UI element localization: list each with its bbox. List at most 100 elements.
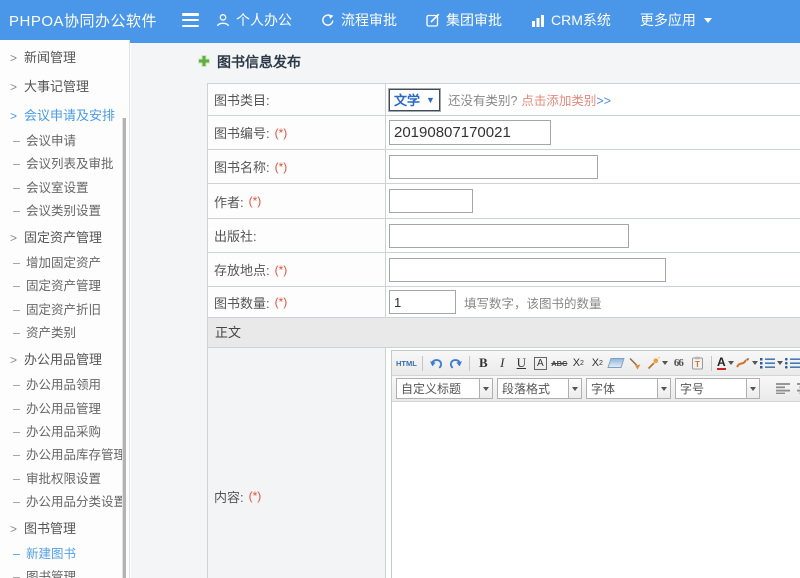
font-border-icon[interactable]: A <box>534 357 547 370</box>
sidebar-item-add-fixed-asset[interactable]: –增加固定资产 <box>0 252 129 275</box>
sidebar-item-supplies-requisition[interactable]: –办公用品领用 <box>0 374 129 397</box>
publisher-input[interactable] <box>389 224 629 248</box>
sidebar-item-news-mgmt[interactable]: >新闻管理 <box>0 43 129 72</box>
menu-toggle-icon[interactable] <box>182 13 199 27</box>
sidebar-item-new-book[interactable]: –新建图书 <box>0 543 129 566</box>
align-left-icon[interactable] <box>774 380 791 398</box>
form-row-location: 存放地点:(*) <box>208 253 800 287</box>
book-form: 图书类目: 文学 ▼ 还没有类别? 点击添加类别>> 图书编号:(*) 图书名称… <box>207 83 800 578</box>
form-row-book-name: 图书名称:(*) <box>208 150 800 184</box>
dash-icon: – <box>13 326 20 340</box>
required-marker: (*) <box>249 194 262 208</box>
editor-toolbar-row2: 自定义标题 段落格式 字体 字号 <box>392 376 800 402</box>
html-source-button[interactable]: HTML <box>396 354 417 372</box>
font-family-dropdown[interactable]: 字体 <box>586 378 671 399</box>
sidebar-item-meeting-apply[interactable]: –会议申请 <box>0 130 129 153</box>
book-name-label: 图书名称: <box>214 157 270 176</box>
highlight-color-icon[interactable] <box>736 354 758 372</box>
format-brush-icon[interactable] <box>627 354 644 372</box>
chevron-right-icon: > <box>10 522 17 536</box>
sidebar-item-fixed-assets-mgmt[interactable]: >固定资产管理 <box>0 223 129 252</box>
dash-icon: – <box>13 472 20 486</box>
align-center-icon[interactable] <box>795 380 800 398</box>
nav-process-approval[interactable]: 流程审批 <box>321 10 397 30</box>
category-select[interactable]: 文学 ▼ <box>389 89 440 111</box>
caret-down-icon <box>728 361 734 365</box>
remove-format-icon[interactable] <box>608 354 625 372</box>
location-input[interactable] <box>389 258 666 282</box>
body-section-header: 正文 <box>208 318 800 348</box>
sidebar-item-meeting-list-approval[interactable]: –会议列表及审批 <box>0 153 129 176</box>
dash-icon: – <box>13 279 20 293</box>
sidebar-item-supplies-mgmt[interactable]: –办公用品管理 <box>0 398 129 421</box>
dash-icon: – <box>13 378 20 392</box>
ordered-list-icon[interactable] <box>760 354 783 372</box>
sidebar-item-meeting-mgmt[interactable]: >会议申请及安排 <box>0 101 129 130</box>
author-input[interactable] <box>389 189 473 213</box>
add-category-link[interactable]: 点击添加类别>> <box>521 90 611 109</box>
sidebar-item-book-mgmt-sub[interactable]: –图书管理 <box>0 566 129 578</box>
sidebar-item-meeting-category-settings[interactable]: –会议类别设置 <box>0 200 129 223</box>
sidebar-item-supplies-purchase[interactable]: –办公用品采购 <box>0 421 129 444</box>
sidebar-item-meeting-room-settings[interactable]: –会议室设置 <box>0 177 129 200</box>
custom-title-dropdown[interactable]: 自定义标题 <box>396 378 493 399</box>
caret-down-icon <box>483 387 489 391</box>
form-row-content: 内容:(*) HTML B I U A ABC X2 <box>208 348 800 578</box>
nav-personal-office[interactable]: 个人办公 <box>216 10 292 30</box>
form-row-book-no: 图书编号:(*) <box>208 116 800 150</box>
italic-icon[interactable]: I <box>494 354 511 372</box>
underline-icon[interactable]: U <box>513 354 530 372</box>
author-label: 作者: <box>214 192 244 211</box>
nav-label: 集团审批 <box>446 10 502 30</box>
edit-square-icon <box>426 13 440 27</box>
app-logo: PHPOA协同办公软件 <box>0 10 157 31</box>
font-color-icon[interactable]: A <box>717 354 734 372</box>
sidebar-item-supplies-category-settings[interactable]: –办公用品分类设置 <box>0 491 129 514</box>
undo-icon[interactable] <box>428 354 445 372</box>
bold-icon[interactable]: B <box>475 354 492 372</box>
caret-down-icon <box>752 361 758 365</box>
redo-icon[interactable] <box>447 354 464 372</box>
sidebar-item-memorabilia-mgmt[interactable]: >大事记管理 <box>0 72 129 101</box>
nav-more-apps[interactable]: 更多应用 <box>640 10 712 30</box>
user-icon <box>216 13 230 27</box>
nav-label: CRM系统 <box>551 10 611 30</box>
strikethrough-icon[interactable]: ABC <box>551 354 568 372</box>
top-nav: 个人办公 流程审批 集团审批 CRM系统 更多应用 <box>216 0 712 40</box>
book-no-input[interactable] <box>389 120 551 145</box>
sidebar-item-asset-category[interactable]: –资产类别 <box>0 322 129 345</box>
form-row-category: 图书类目: 文学 ▼ 还没有类别? 点击添加类别>> <box>208 84 800 116</box>
sidebar-item-approval-permission-settings[interactable]: –审批权限设置 <box>0 468 129 491</box>
auto-typeset-icon[interactable] <box>646 354 668 372</box>
nav-crm-system[interactable]: CRM系统 <box>531 10 611 30</box>
nav-label: 更多应用 <box>640 10 696 30</box>
rich-text-editor: HTML B I U A ABC X2 X2 <box>391 350 800 578</box>
editor-content-area[interactable] <box>392 402 800 578</box>
sidebar-item-office-supplies-mgmt[interactable]: >办公用品管理 <box>0 345 129 374</box>
page-title-bar: 图书信息发布 <box>197 52 301 72</box>
main-content: 图书信息发布 图书类目: 文学 ▼ 还没有类别? 点击添加类别>> 图书编号:(… <box>131 43 800 578</box>
category-label: 图书类目: <box>214 90 270 109</box>
caret-down-icon <box>662 361 668 365</box>
sidebar-item-fixed-asset-mgmt[interactable]: –固定资产管理 <box>0 275 129 298</box>
unordered-list-icon[interactable] <box>785 354 800 372</box>
sidebar-item-fixed-asset-depreciation[interactable]: –固定资产折旧 <box>0 299 129 322</box>
sidebar-item-book-mgmt[interactable]: >图书管理 <box>0 514 129 543</box>
paste-text-icon[interactable]: T <box>689 354 706 372</box>
blockquote-icon[interactable]: 66 <box>670 354 687 372</box>
chevron-right-icon: > <box>10 109 17 123</box>
font-size-dropdown[interactable]: 字号 <box>675 378 760 399</box>
paragraph-format-dropdown[interactable]: 段落格式 <box>497 378 582 399</box>
chevron-right-icon: > <box>10 231 17 245</box>
sidebar-scrollbar[interactable] <box>122 118 126 578</box>
dash-icon: – <box>13 303 20 317</box>
caret-down-icon <box>572 387 578 391</box>
sidebar-item-supplies-inventory[interactable]: –办公用品库存管理 <box>0 444 129 467</box>
nav-group-approval[interactable]: 集团审批 <box>426 10 502 30</box>
quantity-input[interactable] <box>389 290 456 314</box>
sidebar-menu: >新闻管理 >大事记管理 >会议申请及安排 –会议申请 –会议列表及审批 –会议… <box>0 40 130 578</box>
book-name-input[interactable] <box>389 155 598 179</box>
superscript-icon[interactable]: X2 <box>570 354 587 372</box>
subscript-icon[interactable]: X2 <box>589 354 606 372</box>
required-marker: (*) <box>275 295 288 309</box>
